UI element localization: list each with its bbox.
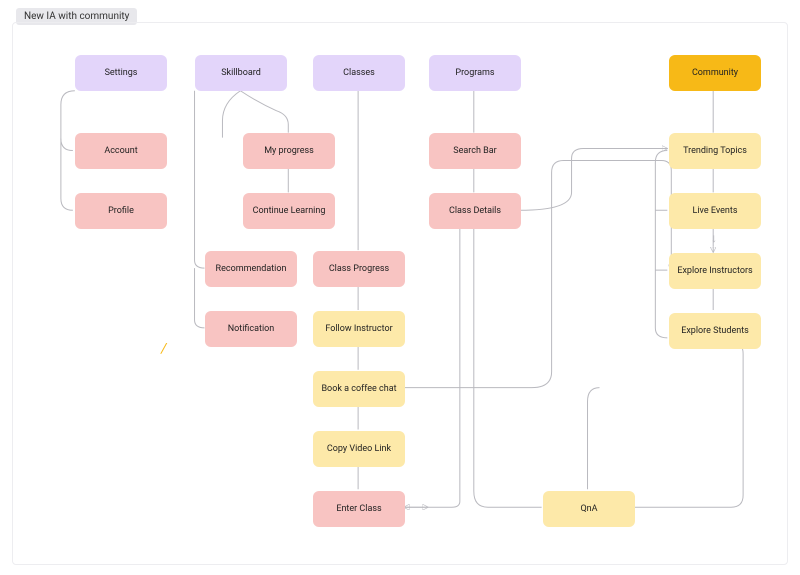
node-label: Account — [104, 146, 137, 156]
node-label: Skillboard — [221, 68, 261, 78]
node-label: Copy Video Link — [327, 444, 391, 454]
node-skillboard[interactable]: Skillboard — [195, 55, 287, 91]
node-label: Programs — [455, 68, 494, 78]
arrow-down-icon: ↓ — [711, 231, 717, 245]
node-book-coffee[interactable]: Book a coffee chat — [313, 371, 405, 407]
node-label: Continue Learning — [253, 206, 326, 216]
node-account[interactable]: Account — [75, 133, 167, 169]
node-label: Community — [692, 68, 738, 78]
node-label: Class Progress — [329, 264, 389, 274]
node-label: Explore Students — [681, 326, 749, 336]
node-label: Classes — [343, 68, 375, 78]
node-label: Enter Class — [336, 504, 381, 514]
node-label: Recommendation — [216, 264, 287, 274]
node-programs[interactable]: Programs — [429, 55, 521, 91]
node-profile[interactable]: Profile — [75, 193, 167, 229]
node-class-details[interactable]: Class Details — [429, 193, 521, 229]
node-community[interactable]: Community — [669, 55, 761, 91]
node-label: Trending Topics — [683, 146, 747, 156]
slash-icon: / — [161, 341, 167, 357]
node-qna[interactable]: QnA — [543, 491, 635, 527]
node-trending[interactable]: Trending Topics — [669, 133, 761, 169]
node-settings[interactable]: Settings — [75, 55, 167, 91]
node-continue-learning[interactable]: Continue Learning — [243, 193, 335, 229]
node-label: Book a coffee chat — [321, 384, 396, 394]
node-follow-instructor[interactable]: Follow Instructor — [313, 311, 405, 347]
node-label: Notification — [228, 324, 275, 334]
node-explore-instr[interactable]: Explore Instructors — [669, 253, 761, 289]
node-enter-class[interactable]: Enter Class — [313, 491, 405, 527]
node-label: Class Details — [449, 206, 501, 216]
node-class-progress[interactable]: Class Progress — [313, 251, 405, 287]
diagram-canvas[interactable]: Settings Skillboard Classes Programs Com… — [12, 22, 788, 565]
node-label: Follow Instructor — [325, 324, 392, 334]
connector-layer — [13, 23, 787, 564]
node-label: Search Bar — [453, 146, 496, 156]
node-live-events[interactable]: Live Events — [669, 193, 761, 229]
node-label: Live Events — [693, 206, 738, 216]
node-recommendation[interactable]: Recommendation — [205, 251, 297, 287]
node-label: Profile — [108, 206, 134, 216]
node-copy-video[interactable]: Copy Video Link — [313, 431, 405, 467]
node-label: QnA — [580, 504, 597, 514]
node-my-progress[interactable]: My progress — [243, 133, 335, 169]
node-label: Settings — [105, 68, 138, 78]
node-search-bar[interactable]: Search Bar — [429, 133, 521, 169]
node-label: Explore Instructors — [677, 266, 752, 276]
node-notification[interactable]: Notification — [205, 311, 297, 347]
node-classes[interactable]: Classes — [313, 55, 405, 91]
node-explore-stud[interactable]: Explore Students — [669, 313, 761, 349]
node-label: My progress — [264, 146, 314, 156]
